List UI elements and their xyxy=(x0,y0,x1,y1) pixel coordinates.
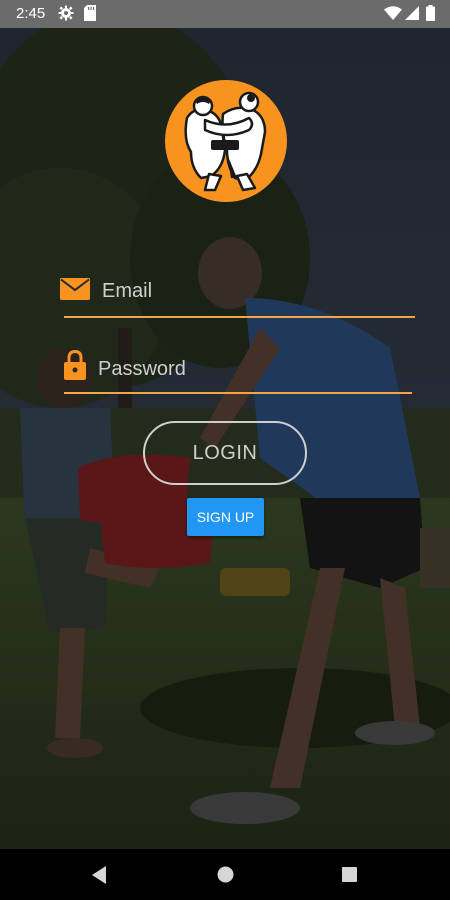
status-time: 2:45 xyxy=(16,5,46,22)
app-logo xyxy=(165,80,287,202)
home-icon[interactable] xyxy=(217,866,234,883)
gear-icon xyxy=(58,5,74,21)
signup-button[interactable]: SIGN UP xyxy=(187,498,264,536)
login-button[interactable]: LOGIN xyxy=(143,421,307,485)
password-input[interactable] xyxy=(98,352,398,386)
email-underline xyxy=(64,316,415,318)
back-icon[interactable] xyxy=(90,865,108,885)
fighters-logo-icon xyxy=(184,91,267,192)
wifi-icon xyxy=(384,6,402,20)
envelope-icon xyxy=(60,278,90,300)
email-input[interactable] xyxy=(102,274,402,308)
password-underline xyxy=(64,392,412,394)
battery-icon xyxy=(426,5,435,21)
email-field xyxy=(60,274,415,318)
status-bar: 2:45 xyxy=(0,0,450,28)
navigation-bar xyxy=(0,849,450,900)
login-screen: 2:45 Email LOGIN SIGN UP xyxy=(0,0,450,900)
signal-icon xyxy=(405,6,419,20)
recents-icon[interactable] xyxy=(342,867,357,882)
sd-card-icon xyxy=(84,5,96,21)
password-field xyxy=(60,350,412,394)
lock-icon xyxy=(64,350,86,380)
